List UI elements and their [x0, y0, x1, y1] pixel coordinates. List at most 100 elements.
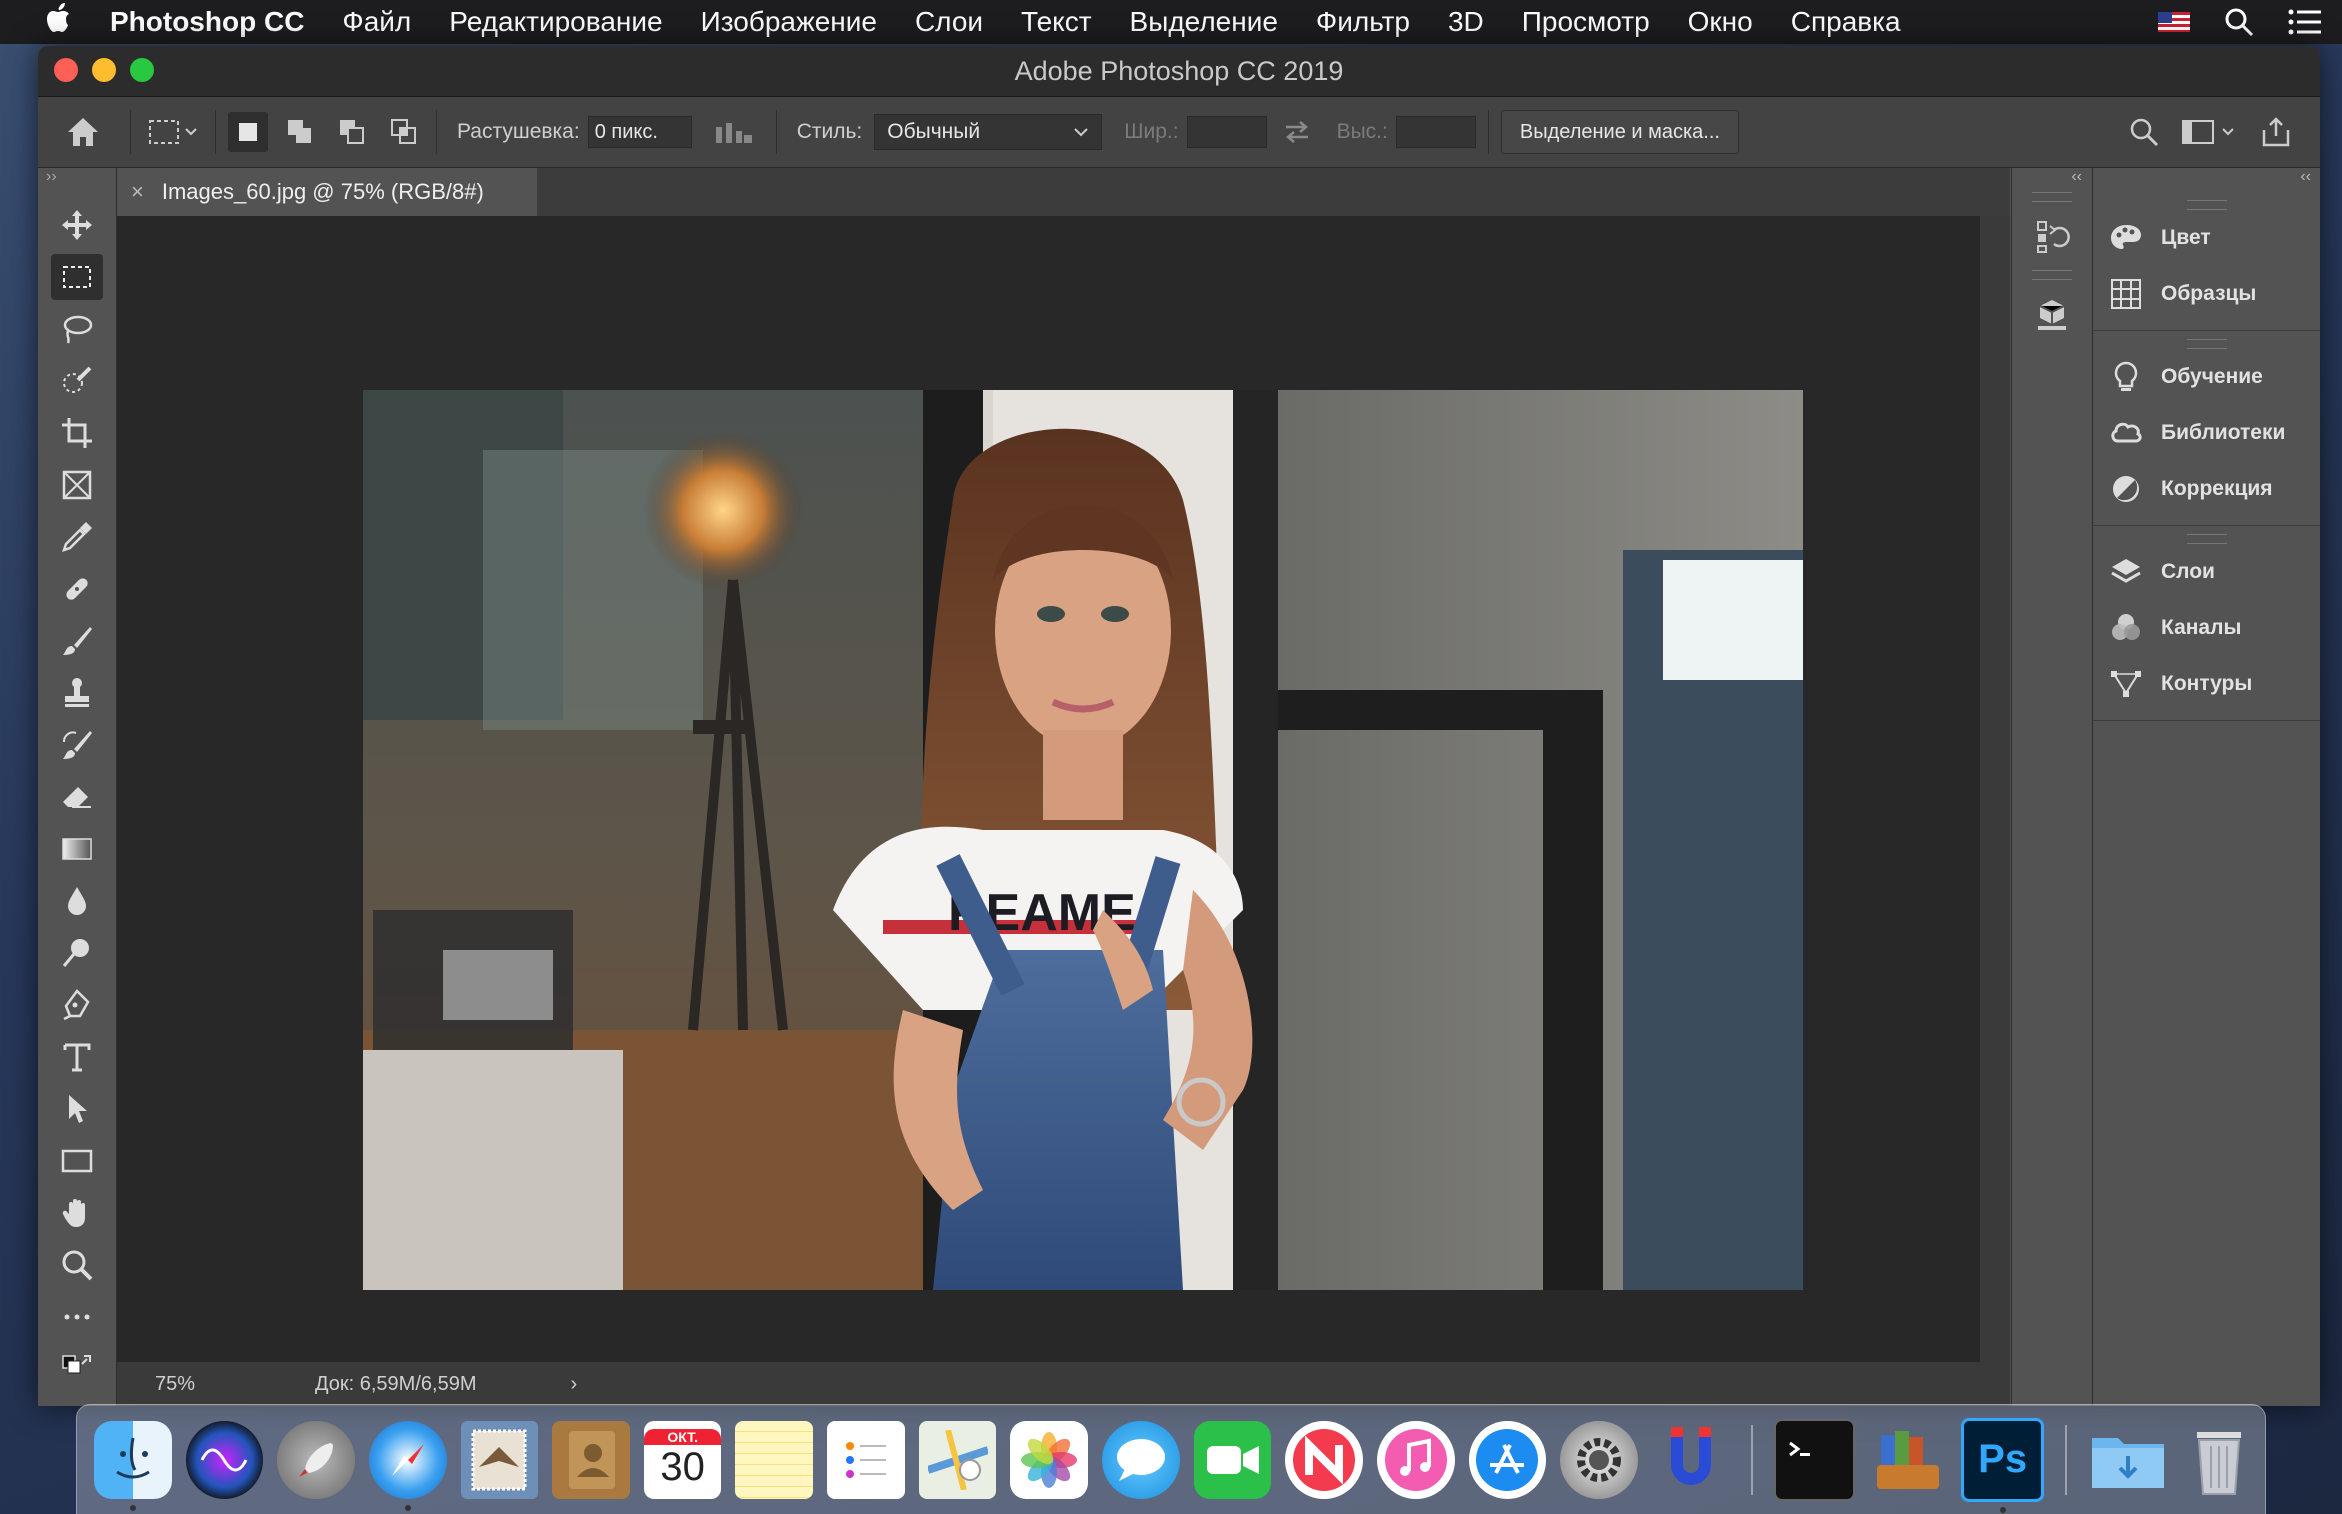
path-selection-tool[interactable]	[51, 1086, 103, 1132]
dock-maps[interactable]	[918, 1420, 997, 1499]
dock-facetime[interactable]	[1193, 1420, 1272, 1499]
document-tab[interactable]: × Images_60.jpg @ 75% (RGB/8#)	[117, 168, 537, 216]
move-tool[interactable]	[51, 202, 103, 248]
panel-swatches[interactable]: Образцы	[2093, 266, 2320, 322]
dock-archive-utility[interactable]	[1869, 1421, 1947, 1499]
dock-notes[interactable]	[735, 1420, 814, 1499]
notification-center-icon[interactable]	[2288, 9, 2322, 35]
frame-tool[interactable]	[51, 462, 103, 508]
status-menu-arrow-icon[interactable]: ›	[570, 1373, 577, 1396]
menu-layers[interactable]: Слои	[915, 6, 983, 38]
panel-learn[interactable]: Обучение	[2093, 349, 2320, 405]
home-button[interactable]	[48, 116, 118, 148]
dock-messages[interactable]	[1102, 1420, 1180, 1499]
zoom-level[interactable]: 75%	[155, 1373, 255, 1396]
select-and-mask-button[interactable]: Выделение и маска...	[1500, 110, 1739, 154]
dock-system-preferences[interactable]	[1560, 1420, 1638, 1499]
dock-photoshop[interactable]: Ps	[1960, 1417, 2045, 1513]
menu-view[interactable]: Просмотр	[1522, 6, 1650, 38]
dock-terminal[interactable]	[1773, 1418, 1856, 1501]
collapse-panels-icon[interactable]: ‹‹	[2093, 168, 2320, 192]
menu-select[interactable]: Выделение	[1130, 6, 1278, 38]
style-select[interactable]: Обычный	[874, 114, 1103, 150]
panel-paths[interactable]: Контуры	[2093, 656, 2320, 712]
dock-mail[interactable]	[460, 1420, 539, 1499]
panel-layers[interactable]: Слои	[2093, 544, 2320, 600]
dock-reminders[interactable]	[827, 1420, 905, 1499]
document-image[interactable]: REAME	[363, 390, 1803, 1290]
anti-alias-toggle[interactable]	[704, 119, 764, 145]
quick-selection-tool[interactable]	[51, 358, 103, 404]
subtract-selection-button[interactable]	[332, 112, 372, 152]
eyedropper-tool[interactable]	[51, 514, 103, 560]
dock-launchpad[interactable]	[277, 1420, 355, 1499]
panel-adjustments[interactable]: Коррекция	[2093, 461, 2320, 517]
brush-tool[interactable]	[51, 618, 103, 664]
menu-image[interactable]: Изображение	[701, 6, 877, 38]
hand-tool[interactable]	[51, 1190, 103, 1236]
panel-channels[interactable]: Каналы	[2093, 600, 2320, 656]
history-panel-button[interactable]	[2012, 218, 2092, 254]
menu-file[interactable]: Файл	[342, 6, 411, 38]
dock-safari[interactable]	[368, 1420, 447, 1511]
dock-downloads-folder[interactable]	[2088, 1421, 2166, 1499]
dock-finder[interactable]	[94, 1420, 172, 1511]
minimize-window-button[interactable]	[92, 58, 116, 82]
add-to-selection-button[interactable]	[280, 112, 320, 152]
document-canvas[interactable]: REAME	[117, 216, 2010, 1362]
apple-menu-icon[interactable]	[40, 2, 80, 42]
pen-tool[interactable]	[51, 982, 103, 1028]
dock-siri[interactable]	[185, 1420, 264, 1499]
menu-help[interactable]: Справка	[1791, 6, 1901, 38]
lasso-tool[interactable]	[51, 306, 103, 352]
vertical-scrollbar[interactable]	[1980, 216, 2010, 1362]
gradient-tool[interactable]	[51, 826, 103, 872]
healing-brush-tool[interactable]	[51, 566, 103, 612]
feather-input[interactable]: 0 пикс.	[587, 116, 692, 148]
rectangle-tool[interactable]	[51, 1138, 103, 1184]
menu-window[interactable]: Окно	[1688, 6, 1753, 38]
share-button[interactable]	[2248, 116, 2304, 148]
panel-libraries[interactable]: Библиотеки	[2093, 405, 2320, 461]
search-button[interactable]	[2114, 117, 2174, 147]
panel-color[interactable]: Цвет	[2093, 210, 2320, 266]
close-tab-icon[interactable]: ×	[131, 179, 144, 205]
dodge-tool[interactable]	[51, 930, 103, 976]
crop-tool[interactable]	[51, 410, 103, 456]
dock-photos[interactable]	[1010, 1420, 1089, 1499]
rectangular-marquee-tool[interactable]	[51, 254, 103, 300]
width-input[interactable]	[1186, 116, 1267, 148]
menu-app-name[interactable]: Photoshop CC	[110, 6, 304, 38]
dock-app-store[interactable]	[1468, 1420, 1547, 1499]
menu-3d[interactable]: 3D	[1448, 6, 1484, 38]
edit-toolbar-button[interactable]	[51, 1294, 103, 1340]
tool-preset-picker[interactable]	[143, 117, 203, 147]
us-flag-icon[interactable]	[2158, 12, 2190, 32]
clone-stamp-tool[interactable]	[51, 670, 103, 716]
3d-panel-button[interactable]	[2012, 296, 2092, 332]
history-brush-tool[interactable]	[51, 722, 103, 768]
dock-magnet[interactable]	[1652, 1421, 1730, 1499]
dock-contacts[interactable]	[552, 1420, 630, 1499]
menu-edit[interactable]: Редактирование	[449, 6, 662, 38]
zoom-tool[interactable]	[51, 1242, 103, 1288]
workspace-switcher[interactable]	[2174, 117, 2248, 147]
intersect-selection-button[interactable]	[384, 112, 424, 152]
spotlight-search-icon[interactable]	[2224, 7, 2254, 37]
menu-text[interactable]: Текст	[1021, 6, 1092, 38]
height-input[interactable]	[1395, 116, 1476, 148]
blur-tool[interactable]	[51, 878, 103, 924]
zoom-window-button[interactable]	[130, 58, 154, 82]
dock-trash[interactable]	[2180, 1421, 2258, 1499]
close-window-button[interactable]	[54, 58, 78, 82]
dock-news[interactable]	[1285, 1420, 1363, 1499]
color-swatches-toggle[interactable]	[51, 1344, 103, 1390]
menu-filter[interactable]: Фильтр	[1316, 6, 1410, 38]
collapse-dock-icon[interactable]: ‹‹	[2012, 168, 2092, 192]
type-tool[interactable]	[51, 1034, 103, 1080]
eraser-tool[interactable]	[51, 774, 103, 820]
new-selection-button[interactable]	[228, 112, 268, 152]
swap-dimensions-button[interactable]	[1267, 119, 1327, 145]
dock-itunes[interactable]	[1376, 1420, 1455, 1499]
collapse-toolbar-icon[interactable]: ››	[38, 168, 116, 196]
